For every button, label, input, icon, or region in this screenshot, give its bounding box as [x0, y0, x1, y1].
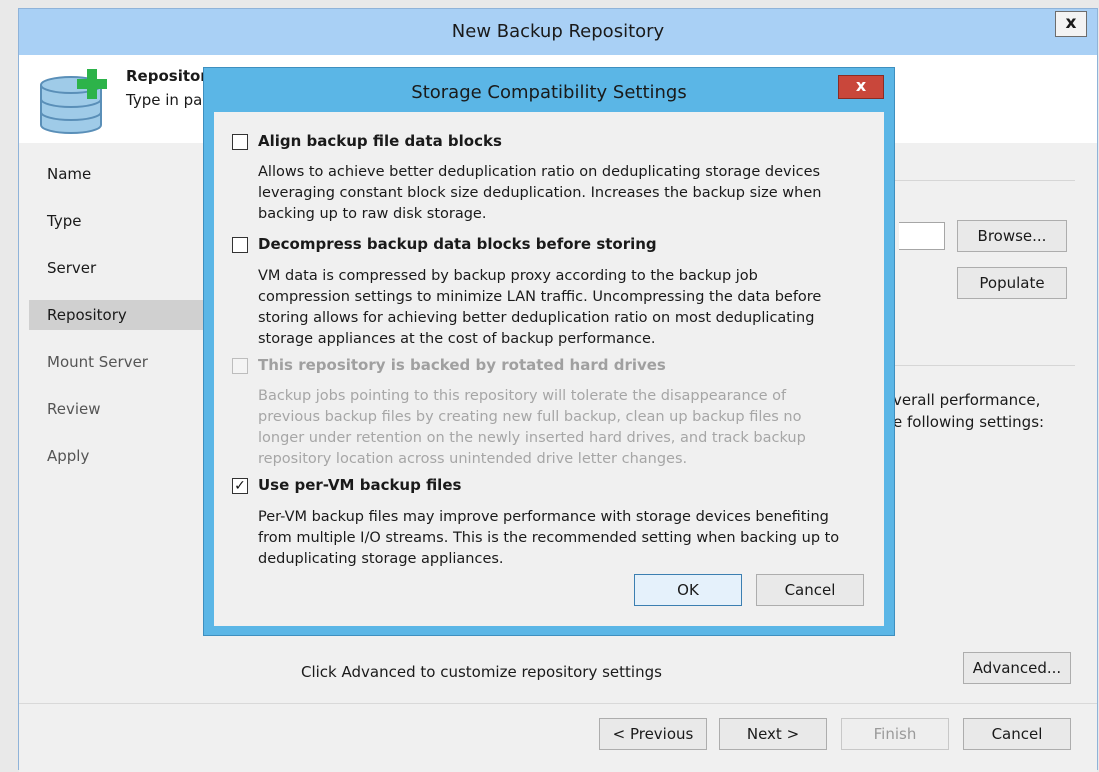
dialog-cancel-button[interactable]: Cancel — [756, 574, 864, 606]
nav-item-type[interactable]: Type — [29, 206, 209, 236]
outer-titlebar: New Backup Repository x — [19, 9, 1097, 55]
dialog-body: Align backup file data blocks Allows to … — [214, 112, 884, 626]
align-blocks-label[interactable]: Align backup file data blocks — [258, 132, 502, 150]
previous-button[interactable]: < Previous — [599, 718, 707, 750]
per-vm-label[interactable]: Use per-VM backup files — [258, 476, 461, 494]
align-blocks-checkbox[interactable] — [232, 134, 248, 150]
decompress-description: VM data is compressed by backup proxy ac… — [258, 268, 822, 347]
browse-button[interactable]: Browse... — [957, 220, 1067, 252]
nav-item-repository[interactable]: Repository — [29, 300, 209, 330]
per-vm-checkbox[interactable]: ✓ — [232, 478, 248, 494]
align-blocks-description: Allows to achieve better deduplication r… — [258, 164, 822, 222]
per-vm-description: Per-VM backup files may improve performa… — [258, 509, 840, 567]
decompress-checkbox[interactable] — [232, 237, 248, 253]
database-add-icon — [40, 69, 107, 134]
rotated-drives-label: This repository is backed by rotated har… — [258, 356, 666, 374]
nav-item-apply[interactable]: Apply — [29, 441, 209, 471]
rotated-drives-checkbox — [232, 358, 248, 374]
finish-button[interactable]: Finish — [841, 718, 949, 750]
section-divider — [895, 180, 1075, 181]
advanced-button[interactable]: Advanced... — [963, 652, 1071, 684]
rotated-drives-description: Backup jobs pointing to this repository … — [258, 388, 806, 467]
nav-item-mount-server[interactable]: Mount Server — [29, 347, 209, 377]
header-subtitle: Type in pa — [126, 91, 203, 109]
nav-item-review[interactable]: Review — [29, 394, 209, 424]
performance-note-line-2: e following settings: — [893, 413, 1045, 431]
section-divider-2 — [895, 365, 1075, 366]
dialog-title: Storage Compatibility Settings — [411, 82, 687, 103]
dialog-close-button[interactable]: x — [838, 75, 884, 99]
wizard-cancel-button[interactable]: Cancel — [963, 718, 1071, 750]
wizard-footer: < Previous Next > Finish Cancel — [19, 703, 1097, 772]
nav-item-server[interactable]: Server — [29, 253, 209, 283]
decompress-label[interactable]: Decompress backup data blocks before sto… — [258, 235, 657, 253]
populate-button[interactable]: Populate — [957, 267, 1067, 299]
ok-button[interactable]: OK — [634, 574, 742, 606]
window-close-button[interactable]: x — [1055, 11, 1087, 37]
advanced-hint: Click Advanced to customize repository s… — [301, 663, 662, 681]
performance-note-line-1: verall performance, — [893, 391, 1041, 409]
nav-item-name[interactable]: Name — [29, 159, 209, 189]
repository-path-field[interactable] — [899, 222, 945, 250]
window-title: New Backup Repository — [451, 21, 665, 42]
storage-compatibility-dialog: Storage Compatibility Settings x Align b… — [203, 67, 895, 636]
next-button[interactable]: Next > — [719, 718, 827, 750]
